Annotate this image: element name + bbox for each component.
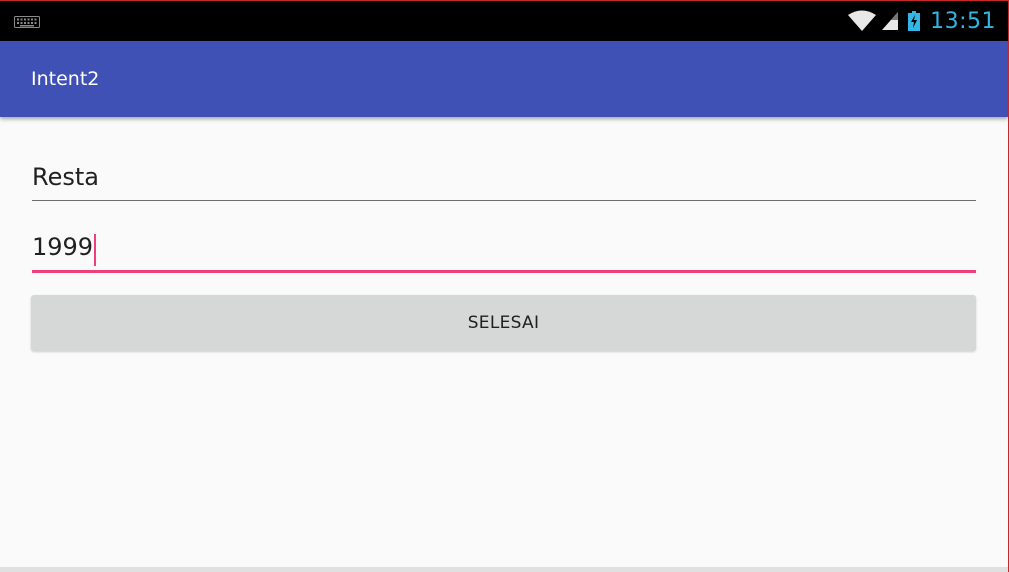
bottom-divider bbox=[0, 567, 1008, 572]
cell-signal-icon bbox=[882, 12, 899, 30]
keyboard-icon bbox=[14, 16, 40, 28]
battery-charging-icon bbox=[908, 11, 921, 31]
status-clock: 13:51 bbox=[930, 8, 996, 34]
text-cursor bbox=[94, 234, 96, 266]
name-field[interactable] bbox=[32, 163, 976, 201]
year-input[interactable] bbox=[32, 233, 976, 261]
status-bar: 13:51 bbox=[0, 1, 1008, 41]
year-field[interactable] bbox=[32, 233, 976, 273]
selesai-button[interactable]: SELESAI bbox=[31, 295, 976, 351]
app-title: Intent2 bbox=[31, 68, 100, 90]
name-input[interactable] bbox=[32, 163, 976, 191]
app-toolbar: Intent2 bbox=[0, 41, 1008, 117]
app-screen: 13:51 Intent2 SELESAI bbox=[0, 0, 1009, 572]
wifi-icon bbox=[848, 10, 877, 31]
status-icons: 13:51 bbox=[848, 1, 996, 41]
